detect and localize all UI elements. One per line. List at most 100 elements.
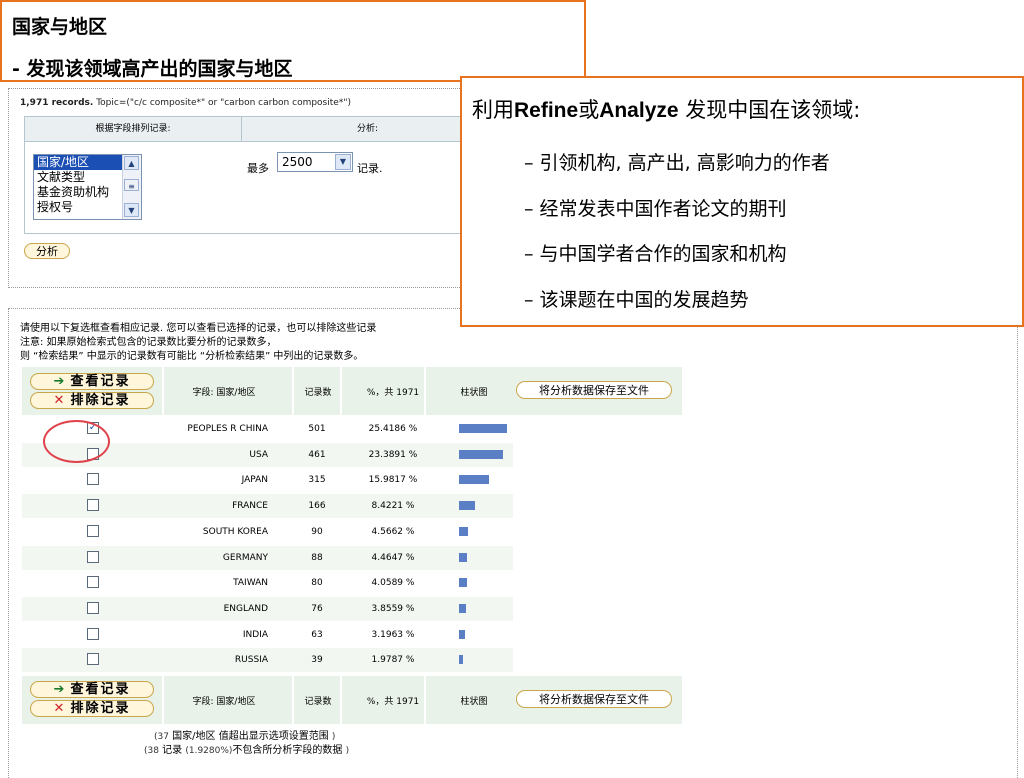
search-topic: Topic=("c/c composite*" or "carbon carbo…: [96, 98, 351, 108]
record-percentage: 3.1963 %: [371, 629, 415, 640]
slide-subtitle: - 发现该领域高产出的国家与地区: [12, 58, 293, 80]
callout-box: 利用Refine或Analyze 发现中国在该领域: – 引领机构, 高产出, …: [460, 76, 1024, 327]
scroll-thumb[interactable]: ≡: [124, 179, 139, 191]
exclude-records-button[interactable]: ✕ 排除记录: [30, 392, 154, 409]
field-column-header: 字段: 国家/地区: [192, 387, 256, 398]
share-bar: [459, 629, 465, 639]
arrow-right-icon: ➔: [53, 374, 65, 389]
table-row: RUSSIA 39 1.9787 %: [22, 648, 513, 673]
table-row: SOUTH KOREA 90 4.5662 %: [22, 520, 513, 544]
row-checkbox[interactable]: [87, 627, 99, 640]
count-column-header: 记录数: [304, 696, 332, 707]
field-option[interactable]: 国家/地区: [34, 155, 123, 170]
row-checkbox[interactable]: [87, 499, 99, 512]
country-name: JAPAN: [241, 475, 268, 486]
field-column-header: 字段: 国家/地区: [192, 696, 256, 707]
callout-heading: 利用Refine或Analyze 发现中国在该领域:: [472, 94, 860, 124]
callout-heading-analyze: Analyze: [599, 99, 679, 122]
table-row: INDIA 63 3.1963 %: [22, 623, 513, 647]
record-count: 39: [311, 655, 323, 666]
exclude-records-button[interactable]: ✕ 排除记录: [30, 700, 154, 717]
max-records-value: 2500: [282, 155, 313, 169]
record-percentage: 4.4647 %: [371, 552, 415, 563]
country-name: INDIA: [242, 629, 268, 640]
pct-column-header: %，共 1971: [366, 387, 420, 398]
footer-note-out-of-range: (37 国家/地区 值超出显示选项设置范围 ): [154, 727, 335, 742]
callout-bullet: – 与中国学者合作的国家和机构: [524, 243, 787, 265]
table-row: TAIWAN 80 4.0589 %: [22, 571, 513, 595]
row-checkbox[interactable]: [87, 576, 99, 589]
search-summary: 1,971 records. Topic=("c/c composite*" o…: [20, 98, 351, 108]
share-bar: [459, 578, 467, 588]
row-checkbox[interactable]: [87, 601, 99, 614]
callout-bullet: – 经常发表中国作者论文的期刊: [524, 198, 787, 220]
record-percentage: 25.4186 %: [368, 424, 418, 434]
footer-pct: (1.9280%): [185, 746, 233, 756]
view-records-button[interactable]: ➔ 查看记录: [30, 681, 154, 698]
scroll-down-icon[interactable]: ▼: [124, 203, 139, 217]
count-column-header: 记录数: [304, 387, 332, 398]
chevron-down-icon[interactable]: ▼: [335, 154, 351, 170]
share-bar: [459, 603, 466, 613]
country-name: FRANCE: [232, 501, 268, 512]
view-records-label: 查看记录: [70, 682, 131, 697]
callout-heading-or: 或: [578, 98, 600, 122]
save-to-file-button[interactable]: 将分析数据保存至文件: [516, 381, 672, 399]
bar-column-header: 柱状图: [460, 387, 488, 398]
country-name: PEOPLES R CHINA: [187, 424, 268, 434]
scroll-up-icon[interactable]: ▲: [124, 156, 139, 170]
analyze-button[interactable]: 分析: [24, 243, 70, 259]
country-name: RUSSIA: [234, 655, 268, 666]
share-bar: [459, 501, 475, 511]
table-row: JAPAN 315 15.9817 %: [22, 468, 513, 492]
record-count: 80: [311, 578, 323, 589]
callout-bullet: – 该课题在中国的发展趋势: [524, 289, 749, 311]
rank-by-field-header: 根据字段排列记录:: [25, 117, 242, 142]
results-header-top: ➔ 查看记录 ✕ 排除记录 字段: 国家/地区 记录数 %，共 1971 柱状图 将…: [22, 367, 682, 415]
row-checkbox[interactable]: [87, 473, 99, 486]
share-bar: [459, 449, 503, 459]
share-bar: [459, 655, 463, 665]
callout-bullet: – 引领机构, 高产出, 高影响力的作者: [524, 152, 830, 174]
save-to-file-button[interactable]: 将分析数据保存至文件: [516, 690, 672, 708]
exclude-records-label: 排除记录: [70, 393, 131, 408]
bar-column-header: 柱状图: [460, 696, 488, 707]
country-name: TAIWAN: [233, 578, 268, 589]
close-icon: ✕: [53, 393, 65, 408]
share-bar: [459, 475, 489, 485]
footer-text: 不包含所分析字段的数据: [232, 745, 343, 756]
record-percentage: 23.3891 %: [368, 449, 418, 460]
max-label: 最多: [247, 162, 269, 175]
field-listbox[interactable]: 国家/地区 文献类型 基金资助机构 授权号 ▲ ≡ ▼: [33, 154, 142, 220]
row-checkbox[interactable]: [87, 653, 99, 666]
instruction-note: 则 “检索结果” 中显示的记录数有可能比 “分析检索结果” 中列出的记录数多。: [20, 351, 364, 362]
footer-count: (38: [144, 746, 159, 756]
listbox-scrollbar[interactable]: ▲ ≡ ▼: [122, 155, 141, 219]
row-checkbox[interactable]: [87, 524, 99, 537]
column-separator: [340, 367, 342, 415]
record-percentage: 3.8559 %: [371, 603, 415, 614]
record-percentage: 8.4221 %: [371, 501, 415, 512]
callout-heading-post: 发现中国在该领域:: [678, 98, 861, 122]
slide-title: 国家与地区: [12, 16, 108, 38]
column-separator: [292, 676, 294, 724]
records-count: 1,971 records.: [20, 98, 94, 108]
share-bar: [459, 424, 507, 433]
arrow-right-icon: ➔: [53, 682, 65, 697]
instruction-note: 请使用以下复选框查看相应记录. 您可以查看已选择的记录，也可以排除这些记录: [20, 323, 377, 334]
row-checkbox[interactable]: [87, 550, 99, 563]
record-count: 315: [308, 475, 326, 486]
view-records-button[interactable]: ➔ 查看记录: [30, 373, 154, 390]
callout-heading-refine: Refine: [514, 99, 579, 122]
footer-note-missing: (38 记录 (1.9280%)不包含所分析字段的数据 ): [144, 741, 349, 756]
record-count: 90: [311, 526, 323, 537]
record-count: 88: [311, 552, 323, 563]
table-row: FRANCE 166 8.4221 %: [22, 494, 513, 519]
callout-heading-pre: 利用: [472, 98, 514, 122]
record-count: 166: [308, 501, 326, 512]
share-bar: [459, 526, 468, 536]
max-records-select[interactable]: 2500 ▼: [277, 152, 353, 172]
column-separator: [424, 367, 426, 415]
record-percentage: 4.0589 %: [371, 578, 415, 589]
exclude-records-label: 排除记录: [70, 701, 131, 716]
